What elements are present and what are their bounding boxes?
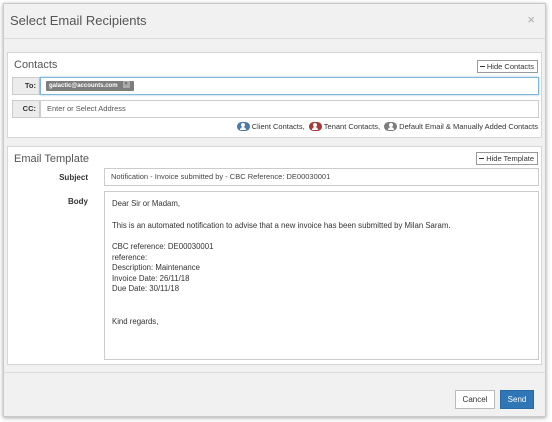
contact-type-legend: Client Contacts, Tenant Contacts, Defaul…	[235, 121, 538, 131]
hide-contacts-label: Hide Contacts	[486, 62, 534, 71]
send-button[interactable]: Send	[500, 390, 534, 409]
body-line-invoice-date: Invoice Date: 26/11/18	[112, 273, 190, 283]
client-person-icon	[236, 121, 250, 131]
body-closing: Kind regards,	[112, 316, 159, 326]
body-line-cbc: CBC reference: DE00030001	[112, 242, 214, 251]
legend-tenant-label: Tenant Contacts,	[323, 122, 381, 131]
subject-field[interactable]: Notification - Invoice submitted by - CB…	[104, 168, 539, 186]
dialog-title: Select Email Recipients	[10, 13, 147, 28]
legend-client: Client Contacts,	[236, 121, 305, 131]
legend-client-label: Client Contacts,	[251, 122, 305, 131]
cc-input[interactable]: Enter or Select Address	[40, 100, 539, 118]
body-intro: This is an automated notification to adv…	[112, 220, 451, 230]
email-template-panel: Email Template Hide Template Subject Not…	[7, 146, 542, 365]
default-person-icon	[384, 121, 398, 131]
to-input[interactable]: galactic@accounts.com ×	[40, 77, 539, 95]
body-line-description: Description: Maintenance	[112, 263, 200, 272]
cancel-button[interactable]: Cancel	[455, 390, 495, 409]
legend-default: Default Email & Manually Added Contacts	[384, 121, 538, 131]
close-icon[interactable]: ×	[527, 12, 535, 27]
legend-tenant: Tenant Contacts,	[308, 121, 381, 131]
legend-default-label: Default Email & Manually Added Contacts	[399, 122, 538, 131]
recipient-chip[interactable]: galactic@accounts.com ×	[46, 81, 134, 91]
remove-chip-icon[interactable]: ×	[122, 81, 130, 89]
body-line-due-date: Due Date: 30/11/18	[112, 284, 180, 293]
body-label: Body	[68, 197, 88, 206]
dialog-header: Select Email Recipients ×	[4, 4, 545, 39]
minus-icon	[479, 65, 485, 68]
to-label: To:	[12, 77, 40, 95]
to-row: To: galactic@accounts.com ×	[12, 77, 539, 95]
tenant-person-icon	[308, 121, 322, 131]
contacts-panel: Contacts Hide Contacts To: galactic@acco…	[7, 52, 542, 138]
hide-contacts-button[interactable]: Hide Contacts	[476, 60, 538, 73]
hide-template-button[interactable]: Hide Template	[476, 152, 538, 165]
subject-label: Subject	[59, 173, 88, 182]
hide-template-label: Hide Template	[486, 154, 534, 163]
recipient-chip-label: galactic@accounts.com	[49, 83, 118, 89]
dialog-footer: Cancel Send	[4, 372, 545, 418]
cc-row: CC: Enter or Select Address	[12, 100, 539, 118]
contacts-title: Contacts	[14, 59, 58, 71]
minus-icon	[479, 157, 485, 160]
cc-label: CC:	[12, 100, 40, 118]
body-editor[interactable]: Dear Sir or Madam, This is an automated …	[104, 191, 539, 360]
template-title: Email Template	[14, 153, 89, 165]
body-line-reference: reference:	[112, 252, 148, 262]
body-greeting: Dear Sir or Madam,	[112, 199, 181, 208]
select-email-recipients-dialog: Select Email Recipients × Contacts Hide …	[3, 3, 546, 417]
